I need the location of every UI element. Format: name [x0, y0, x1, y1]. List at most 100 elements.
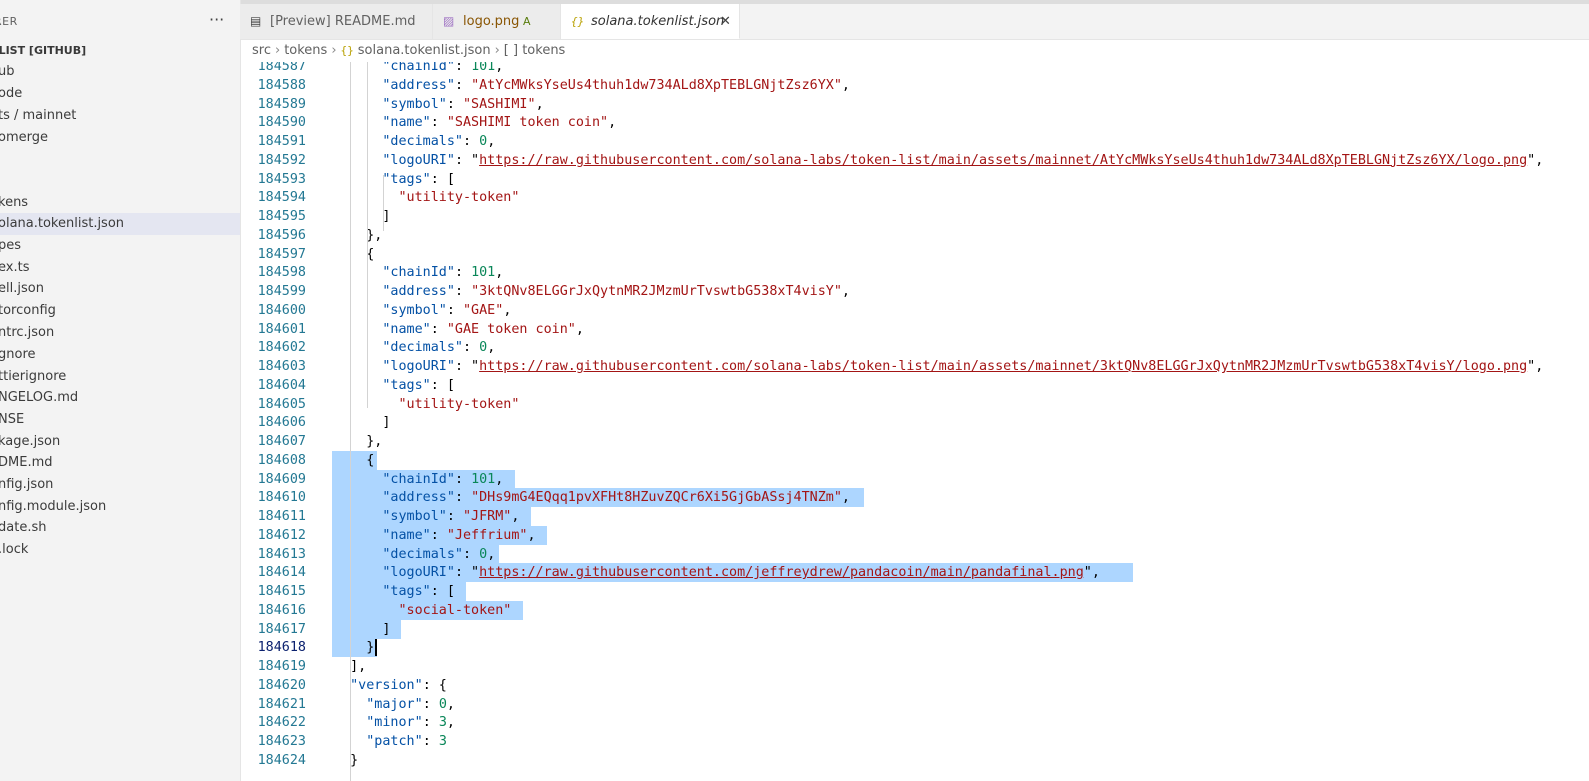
code-line[interactable]: 184603 "logoURI": "https://raw.githubuse…	[240, 357, 1589, 376]
line-number: 184623	[257, 734, 306, 749]
code-text: {	[334, 452, 375, 468]
code-line[interactable]: 184587 "chainId": 101,	[240, 62, 1589, 76]
tab-solana-tokenlist[interactable]: {} solana.tokenlist.json ✕	[561, 4, 740, 39]
code-line[interactable]: 184622 "minor": 3,	[240, 713, 1589, 732]
code-line[interactable]: 184592 "logoURI": "https://raw.githubuse…	[240, 151, 1589, 170]
code-text: "tags": [	[382, 584, 455, 599]
breadcrumb-item[interactable]: solana.tokenlist.json	[358, 43, 491, 58]
line-number: 184590	[257, 115, 306, 131]
code-editor[interactable]: 184587 "chainId": 101, 184588 "address": …	[240, 62, 1589, 781]
tab-readme-preview[interactable]: ▤ [Preview] README.md	[240, 4, 433, 39]
json-file-icon: {}	[340, 44, 354, 57]
explorer-item[interactable]: NGELOG.md	[0, 387, 240, 409]
line-number: 184591	[257, 134, 306, 149]
code-line[interactable]: 184599 "address": "3ktQNv8ELGGrJxQytnMR2…	[240, 282, 1589, 301]
explorer-item[interactable]: DME.md	[0, 452, 240, 474]
code-line[interactable]: 184604 "tags": [	[240, 376, 1589, 395]
code-line[interactable]: 184620 "version": {	[240, 676, 1589, 695]
code-line[interactable]: 184614 "logoURI": "https://raw.githubuse…	[240, 563, 1589, 583]
more-actions-icon[interactable]: ···	[209, 10, 224, 29]
code-line[interactable]: 184609 "chainId": 101,	[240, 469, 1589, 489]
code-line[interactable]: 184624 }	[240, 751, 1589, 770]
code-line[interactable]: 184618 }	[240, 638, 1589, 658]
code-line[interactable]: 184589 "symbol": "SASHIMI",	[240, 95, 1589, 114]
code-line[interactable]: 184617 ]	[240, 619, 1589, 639]
code-line[interactable]: 184611 "symbol": "JFRM",	[240, 507, 1589, 526]
tab-logo-png[interactable]: ▨ logo.png A	[433, 4, 561, 39]
code-line[interactable]: 184600 "symbol": "GAE",	[240, 301, 1589, 320]
explorer-item[interactable]: NSE	[0, 409, 240, 431]
code-line[interactable]: 184605 "utility-token"	[240, 395, 1589, 414]
code-line[interactable]: 184588 "address": "AtYcMWksYseUs4thuh1dw…	[240, 76, 1589, 95]
code-text: }	[334, 640, 375, 656]
code-text: }	[334, 752, 359, 768]
line-number: 184599	[257, 284, 306, 299]
line-number: 184624	[257, 752, 306, 768]
code-line[interactable]: 184590 "name": "SASHIMI token coin",	[240, 113, 1589, 132]
close-icon[interactable]: ✕	[720, 4, 731, 39]
code-line[interactable]: 184610 "address": "DHs9mG4EQqq1pvXFHt8HZ…	[240, 488, 1589, 508]
explorer-item[interactable]: kage.json	[0, 431, 240, 453]
code-line[interactable]: 184613 "decimals": 0,	[240, 544, 1589, 564]
explorer-item-label: ell.json	[0, 281, 44, 296]
explorer-item[interactable]: nfig.module.json	[0, 496, 240, 518]
code-text: "logoURI": "https://raw.githubuserconten…	[382, 565, 1100, 581]
code-text: "name": "Jeffrium",	[382, 527, 536, 543]
breadcrumb-item[interactable]: [ ] tokens	[504, 43, 566, 58]
explorer-item[interactable]: ts / mainnet	[0, 105, 240, 127]
line-number: 184618	[257, 640, 306, 656]
code-line[interactable]: 184615 "tags": [	[240, 582, 1589, 601]
code-line[interactable]: 184606 ]	[240, 413, 1589, 432]
explorer-item[interactable]: pes	[0, 235, 240, 257]
code-line[interactable]: 184601 "name": "GAE token coin",	[240, 320, 1589, 339]
code-line[interactable]: 184623 "patch": 3	[240, 732, 1589, 751]
code-line[interactable]: 184596 },	[240, 226, 1589, 245]
line-number: 184592	[257, 152, 306, 168]
explorer-item[interactable]: date.sh	[0, 517, 240, 539]
code-line[interactable]: 184595 ]	[240, 207, 1589, 226]
explorer-item[interactable]: ntrc.json	[0, 322, 240, 344]
code-text: "logoURI": "https://raw.githubuserconten…	[382, 152, 1544, 168]
code-line[interactable]: 184612 "name": "Jeffrium",	[240, 525, 1589, 545]
explorer-item-label: kens	[0, 195, 29, 210]
indent-guide	[350, 62, 352, 781]
line-number: 184588	[257, 77, 306, 93]
explorer-item-label: ub	[0, 64, 15, 79]
explorer-item-label: nfig.module.json	[0, 499, 107, 514]
explorer-item[interactable]: ttierignore	[0, 366, 240, 388]
line-number: 184610	[257, 490, 306, 506]
explorer-item[interactable]: kens	[0, 192, 240, 214]
code-line[interactable]: 184597 {	[240, 245, 1589, 264]
code-line[interactable]: 184607 },	[240, 432, 1589, 451]
chevron-right-icon: ›	[331, 43, 337, 58]
explorer-item[interactable]: nfig.json	[0, 474, 240, 496]
code-line[interactable]: 184621 "major": 0,	[240, 695, 1589, 714]
code-line[interactable]: 184593 "tags": [	[240, 170, 1589, 189]
explorer-item-label: ex.ts	[0, 260, 30, 275]
explorer-item[interactable]: olana.tokenlist.json	[0, 213, 240, 235]
code-line[interactable]: 184616 "social-token"	[240, 600, 1589, 620]
explorer-item[interactable]: gnore	[0, 344, 240, 366]
code-line[interactable]: 184608 {	[240, 450, 1589, 470]
code-line[interactable]: 184619 ],	[240, 657, 1589, 676]
explorer-item[interactable]: .lock	[0, 539, 240, 561]
code-line[interactable]: 184591 "decimals": 0,	[240, 132, 1589, 151]
line-number: 184614	[257, 565, 306, 581]
code-line[interactable]: 184602 "decimals": 0,	[240, 338, 1589, 357]
explorer-item[interactable]: ex.ts	[0, 257, 240, 279]
code-line[interactable]: 184594 "utility-token"	[240, 188, 1589, 207]
explorer-item[interactable]: ub	[0, 61, 240, 83]
explorer-item[interactable]: omerge	[0, 127, 240, 149]
chevron-right-icon: ›	[494, 43, 500, 58]
explorer-item[interactable]: ode	[0, 83, 240, 105]
workspace-section-header[interactable]: -LIST [GITHUB]	[0, 44, 86, 57]
explorer-item[interactable]: ell.json	[0, 278, 240, 300]
code-line[interactable]: 184598 "chainId": 101,	[240, 263, 1589, 282]
breadcrumb-item[interactable]: src	[252, 43, 271, 58]
code-text: "symbol": "GAE",	[382, 302, 512, 318]
chevron-right-icon: ›	[274, 43, 281, 58]
breadcrumb-item[interactable]: tokens	[284, 43, 327, 58]
code-text: "symbol": "JFRM",	[382, 509, 520, 524]
explorer-item[interactable]: torconfig	[0, 300, 240, 322]
explorer-sidebar: RER ··· -LIST [GITHUB] ub ode ts / mainnet…	[0, 0, 241, 781]
